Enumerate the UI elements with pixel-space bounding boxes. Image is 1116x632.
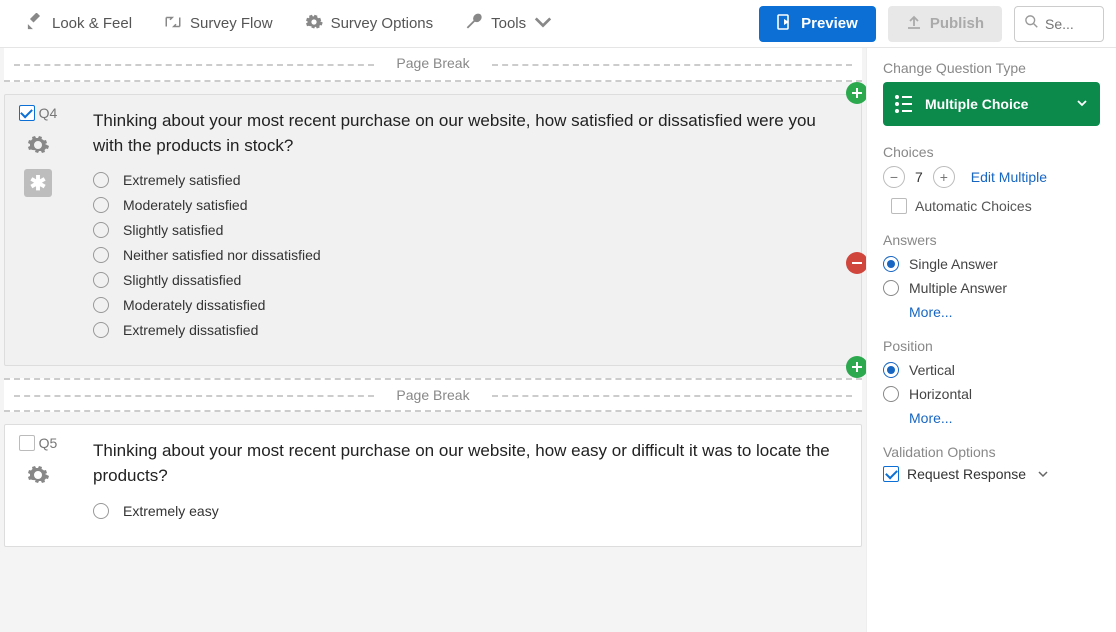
radio-icon <box>93 322 109 338</box>
position-label: Position <box>883 338 1100 354</box>
question-number[interactable]: Q4 <box>19 105 58 121</box>
chevron-down-icon <box>1076 96 1088 112</box>
wrench-icon <box>465 13 483 35</box>
look-and-feel-button[interactable]: Look & Feel <box>12 7 146 41</box>
decrement-choices-button[interactable]: − <box>883 166 905 188</box>
increment-choices-button[interactable]: + <box>933 166 955 188</box>
radio-icon <box>93 197 109 213</box>
side-panel: Change Question Type Multiple Choice Cho… <box>866 48 1116 632</box>
required-badge-icon[interactable]: ✱ <box>24 169 52 197</box>
choice-label: Moderately dissatisfied <box>123 297 265 313</box>
automatic-choices-checkbox[interactable] <box>891 198 907 214</box>
radio-icon <box>93 272 109 288</box>
add-question-below-button[interactable] <box>846 356 866 378</box>
radio-icon <box>883 280 899 296</box>
choice-label: Extremely satisfied <box>123 172 240 188</box>
multiple-choice-icon <box>895 95 915 113</box>
choice-label: Moderately satisfied <box>123 197 248 213</box>
survey-options-button[interactable]: Survey Options <box>291 7 448 41</box>
automatic-choices-label: Automatic Choices <box>915 198 1032 214</box>
question-select-checkbox[interactable] <box>19 435 35 451</box>
choice-option[interactable]: Neither satisfied nor dissatisfied <box>93 247 839 263</box>
page-break[interactable]: Page Break <box>4 48 862 82</box>
question-q4[interactable]: Q4 ✱ Thinking about your most recent pur… <box>4 94 862 366</box>
upload-icon <box>906 14 922 34</box>
choice-option[interactable]: Slightly dissatisfied <box>93 272 839 288</box>
publish-label: Publish <box>930 15 984 32</box>
choice-label: Extremely easy <box>123 503 219 519</box>
tools-label: Tools <box>491 15 526 32</box>
question-text[interactable]: Thinking about your most recent purchase… <box>93 439 839 488</box>
question-text[interactable]: Thinking about your most recent purchase… <box>93 109 839 158</box>
chevron-down-icon <box>1038 466 1048 482</box>
answers-label: Answers <box>883 232 1100 248</box>
choice-option[interactable]: Extremely satisfied <box>93 172 839 188</box>
radio-icon <box>883 362 899 378</box>
preview-icon <box>777 14 793 34</box>
radio-icon <box>883 256 899 272</box>
survey-options-label: Survey Options <box>331 15 434 32</box>
radio-icon <box>93 247 109 263</box>
question-settings-icon[interactable] <box>26 133 50 157</box>
choice-label: Slightly satisfied <box>123 222 223 238</box>
publish-button[interactable]: Publish <box>888 6 1002 42</box>
radio-icon <box>93 222 109 238</box>
request-response-checkbox[interactable] <box>883 466 899 482</box>
look-and-feel-label: Look & Feel <box>52 15 132 32</box>
tools-button[interactable]: Tools <box>451 7 566 41</box>
preview-label: Preview <box>801 15 858 32</box>
answers-more-link[interactable]: More... <box>909 304 1100 320</box>
delete-question-button[interactable] <box>846 252 866 274</box>
toolbar: Look & Feel Survey Flow Survey Options T… <box>0 0 1116 48</box>
question-q5[interactable]: Q5 Thinking about your most recent purch… <box>4 424 862 546</box>
choice-label: Neither satisfied nor dissatisfied <box>123 247 321 263</box>
search-icon <box>1025 15 1039 32</box>
gear-icon <box>305 13 323 35</box>
search-input[interactable] <box>1045 16 1085 32</box>
question-type-select[interactable]: Multiple Choice <box>883 82 1100 126</box>
page-break[interactable]: Page Break <box>4 378 862 412</box>
validation-label: Validation Options <box>883 444 1100 460</box>
question-number[interactable]: Q5 <box>19 435 58 451</box>
horizontal-option[interactable]: Horizontal <box>883 386 1100 402</box>
choice-label: Slightly dissatisfied <box>123 272 241 288</box>
choice-option[interactable]: Slightly satisfied <box>93 222 839 238</box>
choice-label: Extremely dissatisfied <box>123 322 258 338</box>
question-canvas: Page Break Q4 <box>0 48 866 632</box>
survey-flow-button[interactable]: Survey Flow <box>150 7 287 41</box>
multiple-answer-option[interactable]: Multiple Answer <box>883 280 1100 296</box>
choice-option[interactable]: Moderately dissatisfied <box>93 297 839 313</box>
change-qtype-label: Change Question Type <box>883 60 1100 76</box>
choice-count-value: 7 <box>915 169 923 185</box>
question-settings-icon[interactable] <box>26 463 50 487</box>
edit-multiple-link[interactable]: Edit Multiple <box>971 169 1047 185</box>
flow-icon <box>164 13 182 35</box>
choice-option[interactable]: Moderately satisfied <box>93 197 839 213</box>
radio-icon <box>93 503 109 519</box>
preview-button[interactable]: Preview <box>759 6 876 42</box>
request-response-option[interactable]: Request Response <box>883 466 1100 482</box>
chevron-down-icon <box>534 13 552 35</box>
question-select-checkbox[interactable] <box>19 105 35 121</box>
paint-roller-icon <box>26 13 44 35</box>
choices-label: Choices <box>883 144 1100 160</box>
add-question-above-button[interactable] <box>846 82 866 104</box>
choice-option[interactable]: Extremely dissatisfied <box>93 322 839 338</box>
vertical-option[interactable]: Vertical <box>883 362 1100 378</box>
radio-icon <box>93 297 109 313</box>
survey-flow-label: Survey Flow <box>190 15 273 32</box>
single-answer-option[interactable]: Single Answer <box>883 256 1100 272</box>
radio-icon <box>93 172 109 188</box>
search-box[interactable] <box>1014 6 1104 42</box>
radio-icon <box>883 386 899 402</box>
position-more-link[interactable]: More... <box>909 410 1100 426</box>
choice-option[interactable]: Extremely easy <box>93 503 839 519</box>
